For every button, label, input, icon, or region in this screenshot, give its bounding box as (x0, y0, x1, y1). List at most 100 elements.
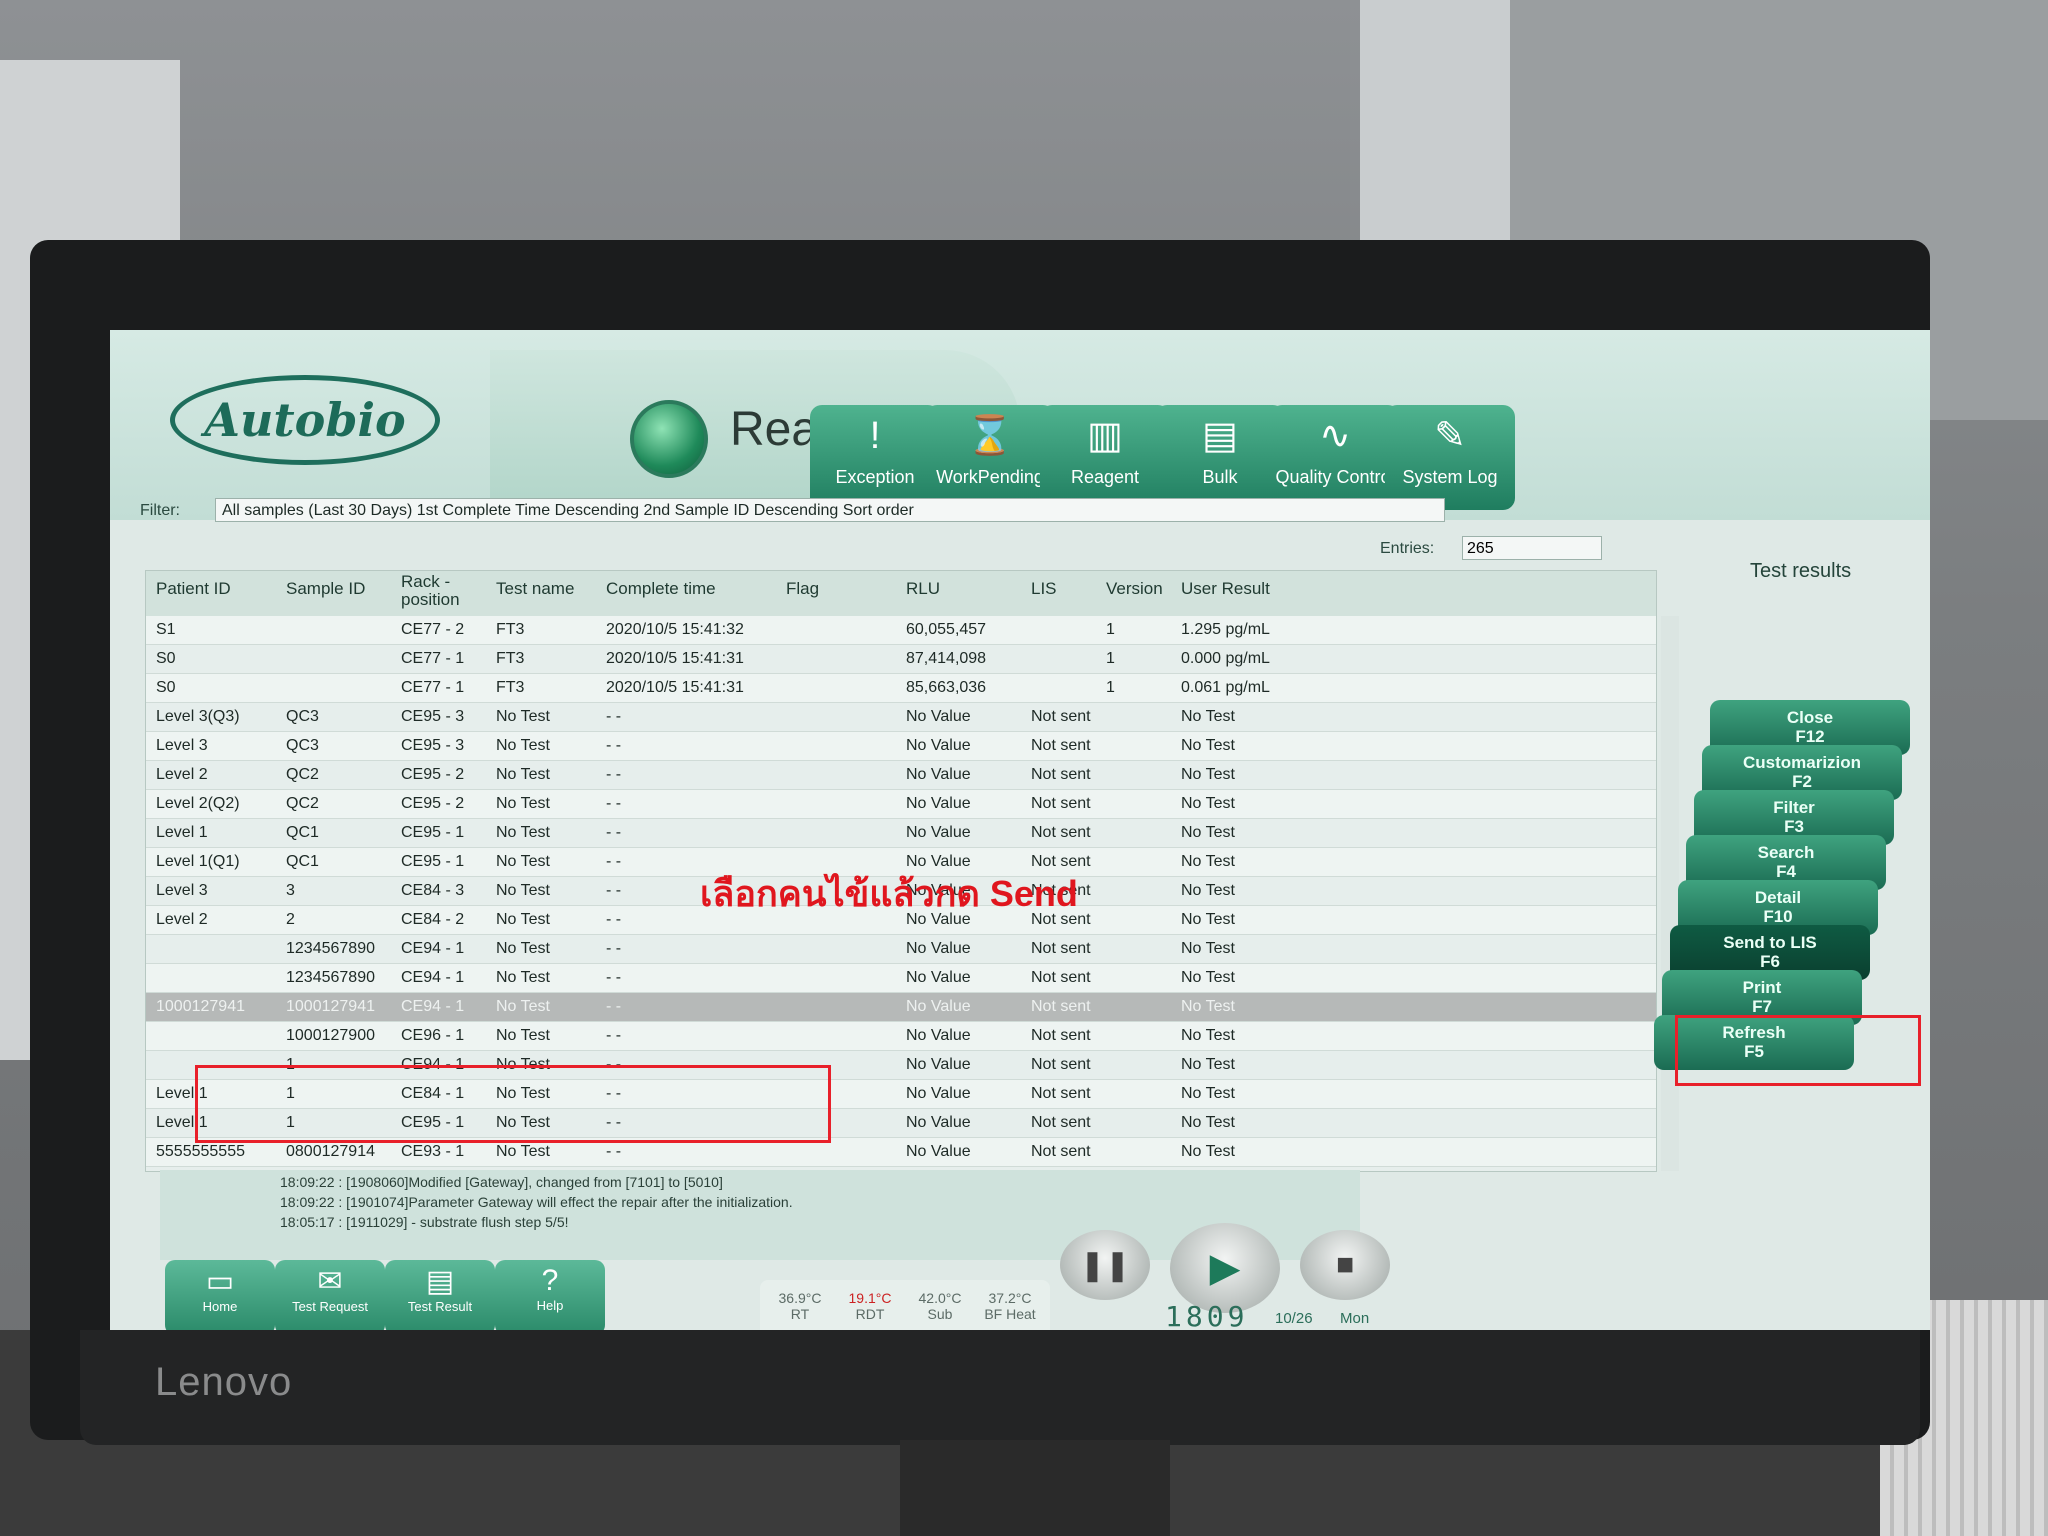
cell-lis: Not sent (1031, 708, 1091, 725)
table-row[interactable]: 1234567890 CE94 - 1 No Test - - No Value Not … (146, 935, 1656, 964)
col-rack-position[interactable]: Rack - position (401, 573, 460, 609)
table-row[interactable]: Level 2 QC2 CE95 - 2 No Test - - No Value Not … (146, 761, 1656, 790)
log-line: 18:09:22 : [1908060]Modified [Gateway], … (280, 1174, 723, 1190)
app-screen: Autobio Ready ! Exception ⌛ WorkPending … (110, 330, 1930, 1330)
cell-rack: CE95 - 1 (401, 853, 465, 870)
cell-version: 1 (1106, 679, 1115, 696)
cell-rack: CE94 - 1 (401, 998, 465, 1015)
pencil-note-icon: ✎ (1434, 415, 1466, 457)
workpending-button[interactable]: ⌛ WorkPending (925, 405, 1055, 510)
cell-result: No Test (1181, 1143, 1235, 1160)
cell-time: - - (606, 882, 622, 899)
cell-patient: Level 2 (156, 911, 208, 928)
cell-result: No Test (1181, 708, 1235, 725)
cell-patient: S1 (156, 621, 176, 638)
send-button-highlight (1675, 1015, 1921, 1086)
system-log-button[interactable]: ✎ System Log (1385, 405, 1515, 510)
selected-row-highlight (195, 1065, 831, 1143)
cell-patient: 5555555555 (156, 1143, 245, 1160)
cell-lis: Not sent (1031, 1085, 1091, 1102)
cell-time: 2020/10/5 15:41:31 (606, 679, 744, 696)
col-rlu[interactable]: RLU (906, 579, 940, 599)
help-label: Help (536, 1298, 564, 1313)
pause-button[interactable]: ❚❚ (1060, 1230, 1150, 1300)
system-log-label: System Log (1402, 467, 1498, 487)
cell-rack: CE95 - 2 (401, 795, 465, 812)
cell-result: No Test (1181, 824, 1235, 841)
cell-lis: Not sent (1031, 766, 1091, 783)
cell-sample: QC1 (286, 853, 319, 870)
cell-result: No Test (1181, 969, 1235, 986)
test-request-button[interactable]: ✉ Test Request (275, 1260, 385, 1330)
exception-button[interactable]: ! Exception (810, 405, 940, 510)
table-row[interactable]: S0 CE77 - 1 FT3 2020/10/5 15:41:31 87,414,09… (146, 645, 1656, 674)
table-row[interactable]: Level 3 QC3 CE95 - 3 No Test - - No Value Not … (146, 732, 1656, 761)
filter-field[interactable]: All samples (Last 30 Days) 1st Complete … (215, 498, 1445, 522)
reagent-label: Reagent (1070, 467, 1140, 487)
hourglass-icon: ⌛ (966, 415, 1014, 457)
cell-sample: QC1 (286, 824, 319, 841)
col-test-name[interactable]: Test name (496, 579, 574, 599)
cell-rlu: No Value (906, 824, 971, 841)
monitor-brand: Lenovo (155, 1360, 293, 1404)
table-row[interactable]: S1 CE77 - 2 FT3 2020/10/5 15:41:32 60,055,45… (146, 616, 1656, 645)
home-button[interactable]: ▭ Home (165, 1260, 275, 1330)
table-row[interactable]: Level 2(Q2) QC2 CE95 - 2 No Test - - No Value… (146, 790, 1656, 819)
reagent-button[interactable]: ▥ Reagent (1040, 405, 1170, 510)
table-row[interactable]: S0 CE77 - 1 FT3 2020/10/5 15:41:31 85,663,03… (146, 674, 1656, 703)
send-to-lis-button-key: F6 (1760, 952, 1780, 971)
table-scrollbar[interactable] (1661, 616, 1679, 1171)
col-sample-id[interactable]: Sample ID (286, 579, 365, 599)
cell-test: FT3 (496, 679, 525, 696)
cell-result: No Test (1181, 1114, 1235, 1131)
detail-button-label: Detail (1754, 888, 1802, 907)
exclamation-icon: ! (869, 415, 881, 457)
cell-sample: 1234567890 (286, 969, 375, 986)
entries-field: 265 (1462, 536, 1602, 560)
cell-result: 0.000 pg/mL (1181, 650, 1270, 667)
col-version[interactable]: Version (1106, 579, 1163, 599)
cell-patient: 1000127941 (156, 998, 245, 1015)
cell-result: No Test (1181, 911, 1235, 928)
cell-rack: CE94 - 1 (401, 969, 465, 986)
cell-rack: CE95 - 1 (401, 824, 465, 841)
table-row[interactable]: 1000127941 1000127941 CE94 - 1 No Test - - No… (146, 993, 1656, 1022)
stop-button[interactable]: ■ (1300, 1230, 1390, 1300)
col-complete-time[interactable]: Complete time (606, 579, 716, 599)
cell-test: No Test (496, 911, 550, 928)
test-result-label: Test Result (407, 1299, 473, 1314)
cell-time: - - (606, 1027, 622, 1044)
entries-label: Entries: (1380, 540, 1435, 557)
col-patient-id[interactable]: Patient ID (156, 579, 231, 599)
bulk-button[interactable]: ▤ Bulk (1155, 405, 1285, 510)
cell-rlu: No Value (906, 969, 971, 986)
cell-patient: S0 (156, 679, 176, 696)
temperature-panel: 36.9°C RT 19.1°C RDT 42.0°C Sub 37.2°C BF He… (760, 1280, 1050, 1330)
help-button[interactable]: ? Help (495, 1260, 605, 1330)
cell-sample: QC3 (286, 737, 319, 754)
table-row[interactable]: Level 1 QC1 CE95 - 1 No Test - - No Value Not … (146, 819, 1656, 848)
table-row[interactable]: 1000127900 CE96 - 1 No Test - - No Value Not … (146, 1022, 1656, 1051)
quality-control-button[interactable]: ∿ Quality Control (1270, 405, 1400, 510)
cell-test: No Test (496, 882, 550, 899)
cell-lis: Not sent (1031, 1143, 1091, 1160)
filter-label: Filter: (140, 502, 180, 519)
cell-sample: 0800127914 (286, 1143, 375, 1160)
cell-result: 0.061 pg/mL (1181, 679, 1270, 696)
cell-test: FT3 (496, 621, 525, 638)
cell-test: No Test (496, 940, 550, 957)
search-button-label: Search (1757, 843, 1815, 862)
col-flag[interactable]: Flag (786, 579, 819, 599)
cell-lis: Not sent (1031, 795, 1091, 812)
cell-time: - - (606, 737, 622, 754)
table-row[interactable]: 1234567890 CE94 - 1 No Test - - No Value Not … (146, 964, 1656, 993)
home-icon: ▭ (205, 1265, 235, 1298)
col-user-result[interactable]: User Result (1181, 579, 1270, 599)
test-result-button[interactable]: ▤ Test Result (385, 1260, 495, 1330)
cell-patient: Level 1 (156, 824, 208, 841)
table-row[interactable]: Level 3(Q3) QC3 CE95 - 3 No Test - - No Value… (146, 703, 1656, 732)
cell-result: No Test (1181, 853, 1235, 870)
cell-rlu: No Value (906, 795, 971, 812)
col-lis[interactable]: LIS (1031, 579, 1057, 599)
cell-rlu: 87,414,098 (906, 650, 987, 667)
